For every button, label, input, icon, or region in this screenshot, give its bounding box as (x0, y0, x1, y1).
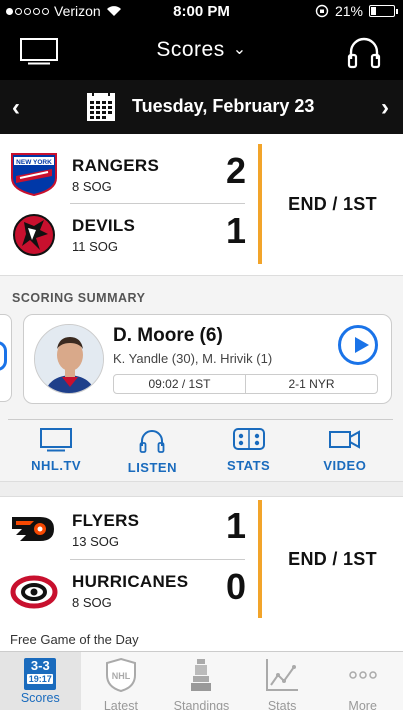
orientation-lock-icon (315, 4, 329, 18)
team-name: RANGERS (72, 156, 160, 175)
tab-label: Scores (20, 691, 60, 705)
rangers-logo: NEW YORK (11, 153, 57, 196)
shots-on-goal: 13 SOG (72, 534, 119, 549)
free-game-label: Free Game of the Day (10, 632, 139, 647)
app-header: Scores ⌄ (0, 22, 403, 80)
team-row: FLYERS 13 SOG 1 (0, 499, 258, 559)
action-label: STATS (227, 458, 271, 473)
nhl-shield-icon: NHL (105, 657, 136, 693)
game-card[interactable]: NEW YORK RANGERS 8 SOG 2 DEVILS 11 SOG 1… (0, 134, 403, 275)
svg-text:NHL: NHL (112, 671, 131, 681)
goal-scorer: D. Moore (6) (113, 325, 223, 346)
rink-icon (232, 428, 265, 450)
action-label: VIDEO (323, 458, 367, 473)
shots-on-goal: 8 SOG (72, 595, 112, 610)
trophy-icon (191, 659, 212, 691)
team-row: DEVILS 11 SOG 1 (0, 204, 258, 264)
play-icon[interactable] (338, 325, 378, 365)
status-bar: Verizon 8:00 PM 21% (0, 0, 403, 22)
team-name: FLYERS (72, 511, 140, 530)
tab-stats[interactable]: Stats (242, 652, 323, 710)
chevron-left-icon[interactable]: ‹ (4, 94, 28, 122)
tab-label: Stats (267, 699, 297, 710)
tab-label: Standings (173, 699, 230, 710)
chevron-down-icon: ⌄ (232, 41, 247, 58)
goal-card[interactable]: D. Moore (6) K. Yandle (30), M. Hrivik (… (23, 314, 392, 404)
tab-standings[interactable]: Standings (161, 652, 242, 710)
badge-score: 3-3 (30, 658, 50, 673)
goal-assists: K. Yandle (30), M. Hrivik (1) (113, 351, 273, 366)
team-score: 1 (225, 505, 246, 546)
game-status: END / 1ST (288, 549, 377, 569)
tab-label: Latest (103, 699, 138, 710)
scores-dropdown[interactable]: Scores ⌄ (0, 38, 403, 62)
line-chart-icon (266, 659, 299, 691)
team-row: NEW YORK RANGERS 8 SOG 2 (0, 144, 258, 204)
action-label: LISTEN (127, 460, 177, 475)
stats-button[interactable]: STATS (201, 420, 297, 477)
current-date[interactable]: Tuesday, February 23 (132, 96, 314, 117)
goal-meta: 09:02 / 1ST 2-1 NYR (113, 374, 378, 394)
shots-on-goal: 11 SOG (72, 239, 119, 254)
badge-time: 19:17 (27, 674, 54, 684)
tab-bar: 3-3 19:17 Scores NHL Latest Standings St… (0, 651, 403, 710)
flyers-logo (12, 517, 54, 541)
tv-icon (40, 428, 73, 452)
game-actions: NHL.TV LISTEN STATS VIDEO (8, 419, 393, 477)
goal-score: 2-1 NYR (245, 375, 377, 393)
team-name: HURRICANES (72, 572, 189, 591)
game-card[interactable]: FLYERS 13 SOG 1 HURRICANES 8 SOG 0 END /… (0, 497, 403, 631)
team-name: DEVILS (72, 216, 136, 235)
goal-time: 09:02 / 1ST (148, 377, 211, 391)
action-label: NHL.TV (31, 458, 82, 473)
previous-goal-card[interactable] (0, 314, 12, 402)
team-row: HURRICANES 8 SOG 0 (0, 560, 258, 620)
svg-text:NEW YORK: NEW YORK (16, 159, 52, 166)
shots-on-goal: 8 SOG (72, 179, 112, 194)
video-button[interactable]: VIDEO (297, 420, 393, 477)
chevron-right-icon[interactable]: › (373, 94, 397, 122)
team-score: 1 (225, 210, 246, 251)
scoring-summary: SCORING SUMMARY D. Moore (6) K. Yandle (… (0, 275, 403, 481)
scores-badge-icon: 3-3 19:17 (24, 658, 57, 690)
hurricanes-logo (10, 575, 58, 609)
nhltv-button[interactable]: NHL.TV (8, 420, 104, 477)
battery-percent: 21% (334, 3, 363, 19)
tab-scores[interactable]: 3-3 19:17 Scores (0, 652, 81, 710)
more-dots-icon (348, 671, 377, 679)
tab-latest[interactable]: NHL Latest (81, 652, 162, 710)
headphones-icon (139, 430, 165, 453)
section-spacer (0, 481, 403, 497)
video-camera-icon (328, 430, 360, 449)
team-score: 0 (225, 566, 246, 607)
team-score: 2 (225, 150, 246, 191)
page-title: Scores (156, 38, 225, 61)
section-title: SCORING SUMMARY (12, 291, 146, 305)
devils-logo (13, 214, 55, 256)
battery-icon (369, 5, 398, 17)
date-bar: ‹ Tuesday, February 23 › (0, 80, 403, 134)
player-avatar (34, 324, 104, 394)
listen-button[interactable]: LISTEN (104, 420, 200, 477)
calendar-icon[interactable] (86, 92, 116, 122)
headphones-icon[interactable] (347, 35, 381, 69)
game-status: END / 1ST (288, 194, 377, 214)
tab-more[interactable]: More (322, 652, 403, 710)
tab-label: More (348, 699, 377, 710)
